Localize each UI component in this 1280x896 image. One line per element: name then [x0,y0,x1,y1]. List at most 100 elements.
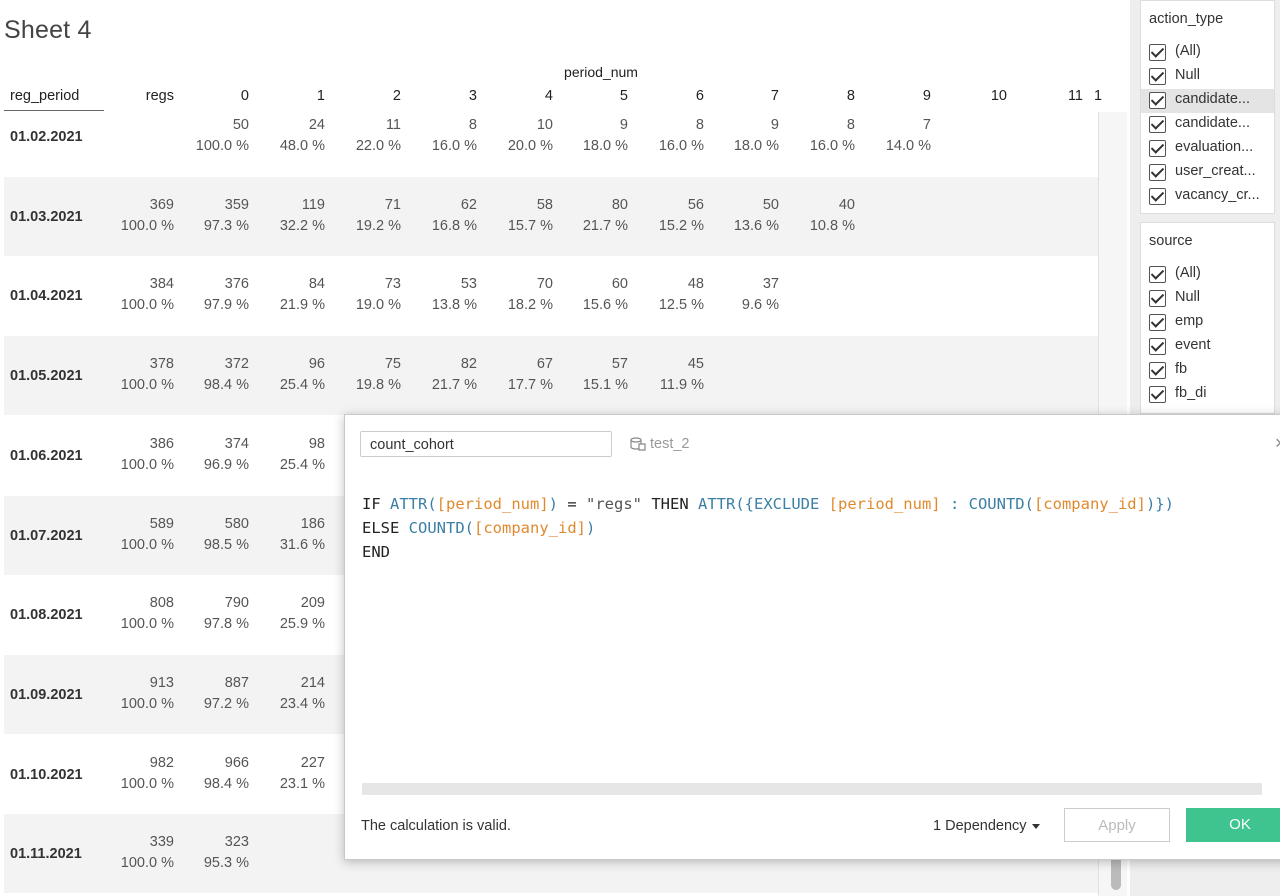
checkbox-checked-icon[interactable] [1149,290,1166,307]
filter-item[interactable]: user_creat... [1141,161,1274,185]
cell-percent: 98.4 % [203,377,249,393]
formula-line: IF ATTR([period_num]) = "regs" THEN ATTR… [362,492,1174,516]
cohort-cell: 214 23.4 % [255,673,325,715]
filter-item-label: emp [1175,313,1204,329]
cell-percent: 15.2 % [658,218,704,234]
cell-count: 37 [762,276,779,292]
row-date-label: 01.11.2021 [10,846,82,862]
cell-percent: 23.4 % [279,696,325,712]
formula-token: [period_num] [436,495,549,513]
checkbox-checked-icon[interactable] [1149,44,1166,61]
checkbox-checked-icon[interactable] [1149,188,1166,205]
filter-item[interactable]: fb_di [1141,383,1274,407]
cell-percent: 19.0 % [355,297,401,313]
calculation-name-input[interactable]: count_cohort [360,431,612,457]
checkbox-checked-icon[interactable] [1149,116,1166,133]
filter-item[interactable]: fb [1141,359,1274,383]
dependency-dropdown[interactable]: 1 Dependency [933,818,1040,834]
cell-percent: 100.0 % [120,776,174,792]
cell-count: 580 [224,516,249,532]
cohort-cell: 24 48.0 % [255,115,325,157]
checkbox-checked-icon[interactable] [1149,140,1166,157]
checkbox-checked-icon[interactable] [1149,314,1166,331]
checkbox-checked-icon[interactable] [1149,164,1166,181]
row-date-label: 01.05.2021 [10,368,83,384]
cell-count: 7 [922,117,931,133]
cell-count: 71 [384,197,401,213]
filter-item[interactable]: Null [1141,65,1274,89]
caret-down-icon [1031,823,1040,829]
cell-percent: 18.0 % [733,138,779,154]
filter-item[interactable]: event [1141,335,1274,359]
checkbox-checked-icon[interactable] [1149,266,1166,283]
cell-count: 60 [611,276,628,292]
table-row: 01.05.2021 378 100.0 % 372 98.4 % 96 25.4 % 75 1… [4,336,1098,415]
cohort-cell: 186 31.6 % [255,514,325,556]
cell-percent: 19.8 % [355,377,401,393]
formula-token: = [558,495,586,513]
formula-token: [company_id] [474,519,586,537]
cell-percent: 15.7 % [507,218,553,234]
cell-count: 339 [149,834,174,850]
validation-status: The calculation is valid. [361,818,511,834]
filter-item[interactable]: vacancy_cr... [1141,185,1274,209]
filter-item[interactable]: candidate... [1141,113,1274,137]
close-icon[interactable]: × [1275,433,1280,454]
cell-count: 57 [611,356,628,372]
cohort-cell: 790 97.8 % [179,593,249,635]
cell-count: 374 [224,436,249,452]
filter-item[interactable]: (All) [1141,263,1274,287]
horizontal-scrollbar[interactable] [362,783,1262,795]
cell-percent: 16.8 % [431,218,477,234]
formula-token: [company_id] [1033,495,1146,513]
cohort-cell: 48 12.5 % [634,274,704,316]
cell-count: 50 [762,197,779,213]
cell-count: 386 [149,436,174,452]
checkbox-checked-icon[interactable] [1149,92,1166,109]
cohort-cell: 9 18.0 % [709,115,779,157]
apply-button[interactable]: Apply [1064,808,1170,842]
formula-token: "regs" [586,495,642,513]
column-group-header[interactable]: period_num [540,64,662,80]
checkbox-checked-icon[interactable] [1149,362,1166,379]
checkbox-checked-icon[interactable] [1149,338,1166,355]
cell-count: 9 [770,117,779,133]
formula-editor[interactable]: IF ATTR([period_num]) = "regs" THEN ATTR… [362,492,1174,564]
row-date-label: 01.06.2021 [10,448,83,464]
cohort-cell: 40 10.8 % [785,195,855,237]
filter-item[interactable]: emp [1141,311,1274,335]
filter-item-label: event [1175,337,1211,353]
filter-item[interactable]: evaluation... [1141,137,1274,161]
cell-count: 8 [846,117,855,133]
filter-item-label: fb_di [1175,385,1207,401]
cell-percent: 100.0 % [120,377,174,393]
cell-percent: 25.9 % [279,616,325,632]
formula-token: : COUNTD( [940,495,1034,513]
formula-token: THEN [642,495,698,513]
ok-button[interactable]: OK [1186,808,1280,842]
cell-percent: 100.0 % [120,855,174,871]
cell-percent: 16.0 % [809,138,855,154]
cohort-cell: 82 21.7 % [407,354,477,396]
cohort-cell: 323 95.3 % [179,832,249,874]
formula-token: COUNTD( [408,519,474,537]
row-date-label: 01.09.2021 [10,687,83,703]
cell-count: 58 [536,197,553,213]
cell-count: 73 [384,276,401,292]
formula-token: ELSE [362,519,409,537]
checkbox-checked-icon[interactable] [1149,68,1166,85]
sheet-title: Sheet 4 [4,16,92,44]
cohort-cell: 80 21.7 % [558,195,628,237]
filter-item[interactable]: candidate... [1141,89,1274,113]
filter-item[interactable]: Null [1141,287,1274,311]
filter-item-label: candidate... [1175,91,1250,107]
cell-count: 70 [536,276,553,292]
cell-count: 376 [224,276,249,292]
filter-item[interactable]: (All) [1141,41,1274,65]
formula-token: [period_num] [828,495,941,513]
cell-percent: 98.5 % [203,537,249,553]
checkbox-checked-icon[interactable] [1149,386,1166,403]
cell-count: 96 [308,356,325,372]
cohort-cell: 9 18.0 % [558,115,628,157]
cell-count: 48 [687,276,704,292]
